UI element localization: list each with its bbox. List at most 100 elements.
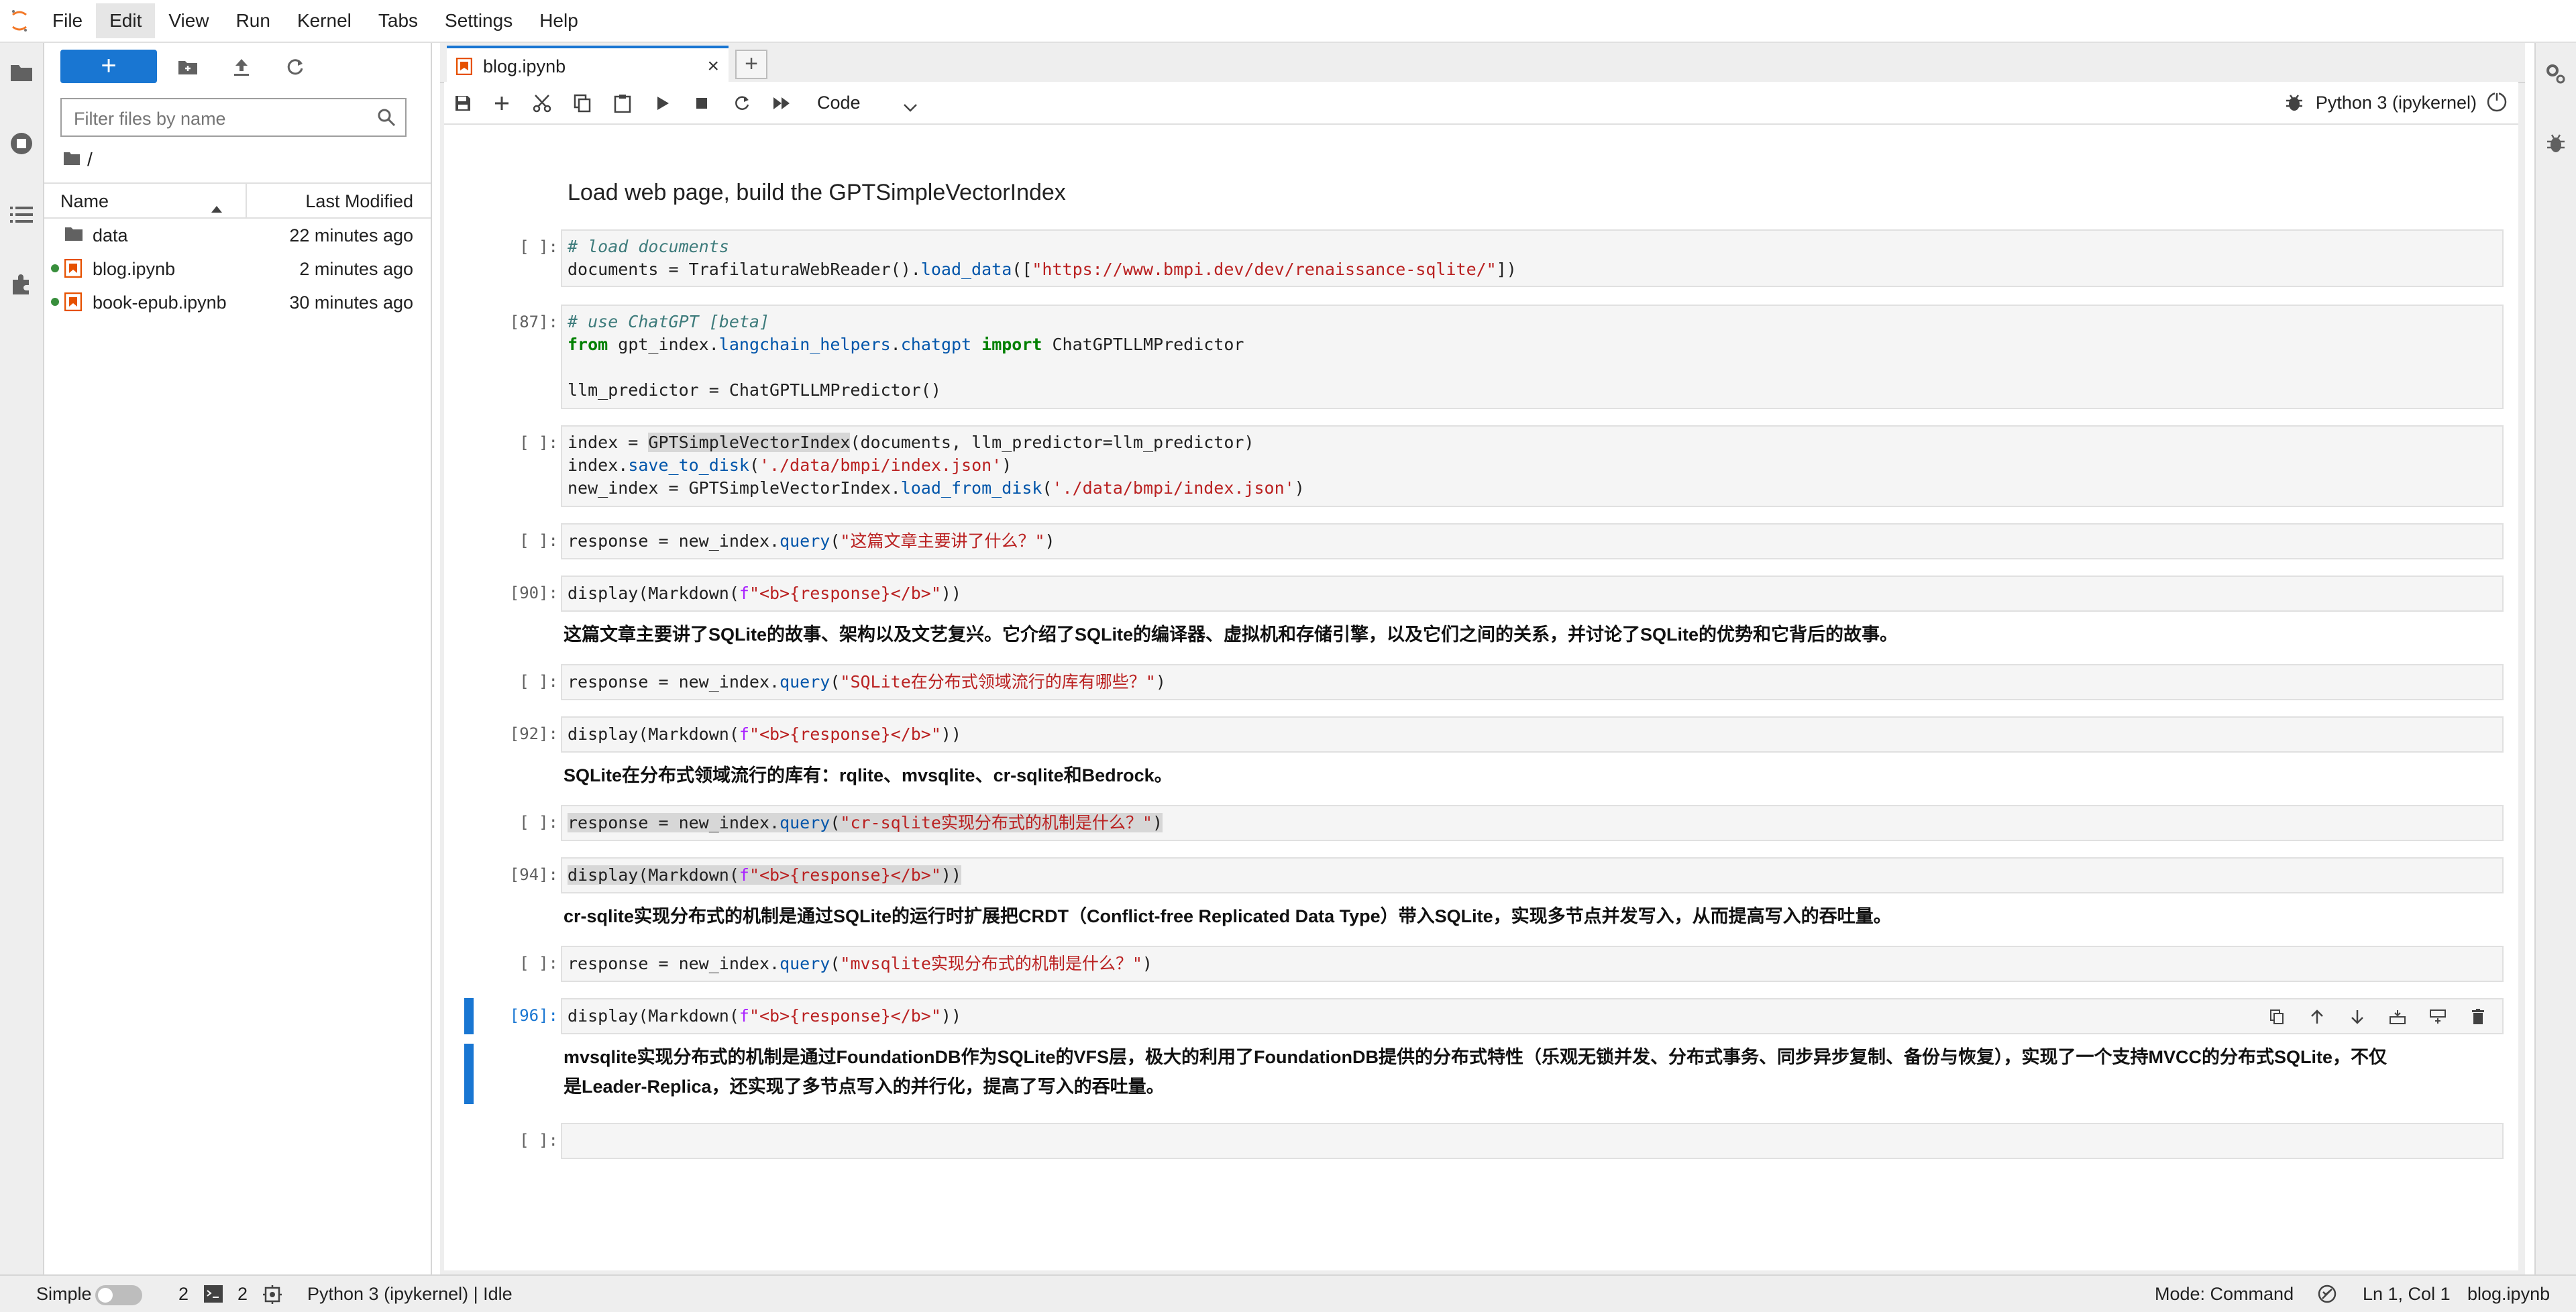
left-sidebar-tabs — [0, 43, 44, 1274]
cell-prompt: [ ]: — [519, 813, 558, 832]
menu-file[interactable]: File — [39, 3, 96, 38]
current-file-name: blog.ipynb — [2467, 1284, 2551, 1304]
kernels-count[interactable]: 2 — [237, 1284, 248, 1305]
column-header-name[interactable]: Name — [60, 191, 109, 212]
paste-icon[interactable] — [610, 91, 635, 115]
code-text: )) — [941, 724, 962, 744]
column-divider[interactable] — [246, 184, 247, 217]
menu-run[interactable]: Run — [223, 3, 284, 38]
new-folder-icon[interactable] — [176, 55, 200, 79]
debugger-bug-icon[interactable] — [2285, 93, 2304, 116]
tab-label: blog.ipynb — [483, 56, 566, 76]
file-row-book-epub-ipynb[interactable]: book-epub.ipynb 30 minutes ago — [44, 284, 431, 318]
folder-icon[interactable] — [8, 59, 35, 86]
column-header-last-modified[interactable]: Last Modified — [305, 191, 413, 212]
search-icon — [377, 108, 396, 130]
code-cell-load-documents[interactable]: # load documents documents = Trafilatura… — [561, 229, 2504, 287]
code-fstring-prefix: f — [739, 724, 749, 744]
code-cell-query-1[interactable]: response = new_index.query("这篇文章主要讲了什么？"… — [561, 523, 2504, 559]
menu-tabs[interactable]: Tabs — [365, 3, 431, 38]
code-cell-display-2[interactable]: display(Markdown(f"<b>{response}</b>")) — [561, 716, 2504, 753]
menu-kernel[interactable]: Kernel — [284, 3, 365, 38]
chevron-down-icon — [903, 93, 918, 121]
refresh-icon[interactable] — [283, 55, 307, 79]
menu-edit[interactable]: Edit — [96, 3, 156, 38]
markdown-heading: Load web page, build the GPTSimpleVector… — [568, 180, 1066, 205]
code-text: display(Markdown( — [568, 724, 739, 744]
code-cell-query-4[interactable]: response = new_index.query("mvsqlite实现分布… — [561, 946, 2504, 982]
new-tab-button[interactable]: + — [735, 50, 767, 79]
upload-icon[interactable] — [229, 55, 254, 79]
duplicate-cell-icon[interactable] — [2266, 1006, 2288, 1028]
save-icon[interactable] — [451, 91, 475, 115]
code-cell-query-2[interactable]: response = new_index.query("SQLite在分布式领域… — [561, 664, 2504, 700]
terminal-icon — [204, 1285, 223, 1307]
restart-run-all-icon[interactable] — [770, 91, 794, 115]
file-name: data — [93, 225, 128, 245]
cell-type-select[interactable]: Code — [817, 89, 931, 117]
new-launcher-button[interactable]: + — [60, 50, 157, 83]
copy-icon[interactable] — [570, 91, 594, 115]
insert-cell-above-icon[interactable] — [2387, 1006, 2408, 1028]
file-row-blog-ipynb[interactable]: blog.ipynb 2 minutes ago — [44, 251, 431, 284]
close-tab-icon[interactable]: × — [707, 55, 719, 78]
home-folder-icon[interactable] — [63, 149, 80, 170]
file-row-data[interactable]: data 22 minutes ago — [44, 217, 431, 251]
code-text: ( — [830, 954, 841, 973]
cell-prompt: [90]: — [509, 584, 558, 602]
notebook-mode-text: Mode: Command — [2155, 1284, 2294, 1304]
terminals-count[interactable]: 2 — [178, 1284, 189, 1305]
code-text: ) — [1152, 813, 1163, 832]
extensions-puzzle-icon[interactable] — [8, 271, 35, 298]
file-modified: 30 minutes ago — [289, 292, 413, 313]
interrupt-kernel-icon[interactable] — [690, 91, 714, 115]
property-inspector-gears-icon[interactable] — [2542, 60, 2569, 87]
code-function: query — [780, 954, 830, 973]
trust-shield-icon[interactable] — [2317, 1284, 2337, 1309]
cut-icon[interactable] — [530, 91, 554, 115]
code-cell-display-3[interactable]: display(Markdown(f"<b>{response}</b>")) — [561, 857, 2504, 893]
menu-view[interactable]: View — [155, 3, 222, 38]
sort-ascending-icon[interactable] — [211, 197, 223, 218]
file-list-header: Name Last Modified — [44, 182, 431, 219]
insert-cell-icon[interactable] — [490, 91, 514, 115]
simple-mode-toggle[interactable] — [95, 1285, 142, 1305]
move-cell-up-icon[interactable] — [2306, 1006, 2328, 1028]
code-cell-query-3[interactable]: response = new_index.query("cr-sqlite实现分… — [561, 805, 2504, 841]
table-of-contents-icon[interactable] — [8, 201, 35, 228]
delete-cell-icon[interactable] — [2467, 1006, 2489, 1028]
code-text: )) — [941, 584, 962, 603]
code-fstring-prefix: f — [739, 584, 749, 603]
run-cell-icon[interactable] — [651, 91, 675, 115]
code-cell-display-1[interactable]: display(Markdown(f"<b>{response}</b>")) — [561, 576, 2504, 612]
cell-toolbar — [2266, 1003, 2494, 1030]
kernel-name-button[interactable]: Python 3 (ipykernel) — [2316, 93, 2477, 113]
notebook-icon — [455, 57, 473, 80]
code-text: response = new_index. — [568, 531, 780, 551]
kernel-status-text[interactable]: Python 3 (ipykernel) | Idle — [307, 1284, 513, 1305]
menu-bar: File Edit View Run Kernel Tabs Settings … — [0, 0, 2576, 43]
insert-cell-below-icon[interactable] — [2427, 1006, 2449, 1028]
running-kernels-icon[interactable] — [8, 130, 35, 157]
code-cell-chatgpt[interactable]: # use ChatGPT [beta] from gpt_index.lang… — [561, 305, 2504, 409]
restart-kernel-icon[interactable] — [730, 91, 754, 115]
breadcrumb-path[interactable]: / — [87, 149, 93, 170]
kernel-status-circle-icon — [2486, 91, 2508, 116]
code-cell-display-4-active[interactable]: display(Markdown(f"<b>{response}</b>")) — [561, 998, 2504, 1034]
active-cell-input-collapser[interactable] — [464, 998, 474, 1034]
debugger-bug-icon[interactable] — [2542, 130, 2569, 157]
code-cell-build-index[interactable]: index = GPTSimpleVectorIndex(documents, … — [561, 425, 2504, 507]
notebook-panel: Code Python 3 (ipykernel) Load web page,… — [444, 82, 2518, 1270]
code-function: load_from_disk — [900, 478, 1042, 498]
file-filter-input[interactable] — [72, 106, 357, 131]
menu-help[interactable]: Help — [526, 3, 592, 38]
active-cell-output-collapser[interactable] — [464, 1044, 474, 1104]
menu-settings[interactable]: Settings — [431, 3, 526, 38]
cursor-position[interactable]: Ln 1, Col 1 — [2363, 1284, 2451, 1305]
code-cell-empty[interactable] — [561, 1123, 2504, 1159]
tab-blog-ipynb[interactable]: blog.ipynb × — [447, 46, 729, 82]
toggle-knob — [98, 1288, 113, 1303]
code-text: index. — [568, 455, 629, 475]
cell-output: cr-sqlite实现分布式的机制是通过SQLite的运行时扩展把CRDT（Co… — [564, 906, 1892, 926]
move-cell-down-icon[interactable] — [2347, 1006, 2368, 1028]
